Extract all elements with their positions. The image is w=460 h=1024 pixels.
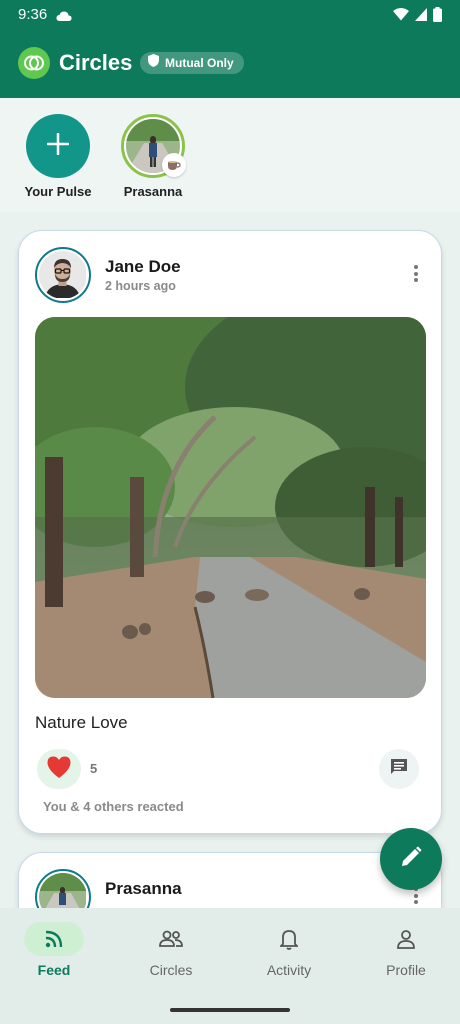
post-card[interactable]: Jane Doe 2 hours ago Nature Love 5 You &… bbox=[18, 230, 442, 834]
mutual-only-label: Mutual Only bbox=[165, 56, 234, 70]
reaction-count: 5 bbox=[90, 761, 98, 776]
story-prasanna[interactable]: Prasanna bbox=[113, 114, 193, 199]
comment-button[interactable] bbox=[379, 749, 419, 789]
more-options-icon[interactable] bbox=[413, 887, 419, 907]
nav-label: Profile bbox=[386, 962, 426, 978]
gesture-bar bbox=[170, 1008, 290, 1012]
author-avatar[interactable] bbox=[35, 247, 91, 303]
post-caption: Nature Love bbox=[35, 713, 128, 732]
battery-icon bbox=[433, 7, 442, 27]
post-author[interactable]: Jane Doe bbox=[105, 257, 181, 277]
nav-profile[interactable]: Profile bbox=[356, 922, 456, 978]
app-bar: Circles Mutual Only bbox=[0, 30, 460, 98]
post-photo[interactable] bbox=[35, 317, 426, 698]
wifi-icon bbox=[393, 8, 409, 26]
heart-icon bbox=[46, 755, 72, 784]
post-time: 2 hours ago bbox=[105, 279, 176, 293]
story-avatar[interactable] bbox=[121, 114, 186, 178]
author-avatar[interactable] bbox=[35, 869, 91, 908]
bell-icon bbox=[259, 922, 319, 956]
heart-reaction-button[interactable] bbox=[37, 749, 81, 789]
status-bar: 9:36 bbox=[0, 0, 460, 30]
pencil-icon bbox=[400, 846, 422, 873]
reacted-summary[interactable]: You & 4 others reacted bbox=[43, 799, 184, 814]
people-icon bbox=[141, 922, 201, 956]
status-time: 9:36 bbox=[18, 6, 48, 23]
comment-icon bbox=[390, 758, 408, 781]
nav-circles[interactable]: Circles bbox=[121, 922, 221, 978]
create-post-button[interactable] bbox=[380, 828, 442, 890]
add-story-button[interactable] bbox=[26, 114, 90, 178]
nav-label: Feed bbox=[37, 962, 71, 978]
nav-label: Activity bbox=[266, 962, 312, 978]
nav-activity[interactable]: Activity bbox=[239, 922, 339, 978]
app-title: Circles bbox=[59, 50, 133, 75]
shield-icon bbox=[148, 54, 159, 72]
feed-list[interactable]: Jane Doe 2 hours ago Nature Love 5 You &… bbox=[0, 212, 460, 908]
story-your-pulse[interactable]: Your Pulse bbox=[18, 114, 98, 199]
bottom-navigation: Feed Circles Activity Profile bbox=[0, 908, 460, 1024]
avatar-photo bbox=[39, 873, 87, 908]
app-logo-icon bbox=[18, 47, 50, 79]
nav-feed[interactable]: Feed bbox=[4, 922, 104, 978]
stories-row: Your Pulse Prasanna bbox=[0, 98, 460, 212]
avatar-photo bbox=[39, 251, 87, 299]
feed-icon bbox=[24, 922, 84, 956]
story-label: Your Pulse bbox=[24, 184, 92, 199]
coffee-icon bbox=[162, 153, 186, 177]
story-label: Prasanna bbox=[123, 184, 183, 199]
person-icon bbox=[376, 922, 436, 956]
signal-icon bbox=[415, 8, 427, 26]
nav-label: Circles bbox=[149, 962, 193, 978]
post-author[interactable]: Prasanna bbox=[105, 879, 182, 899]
cloud-icon bbox=[56, 9, 72, 27]
more-options-icon[interactable] bbox=[413, 265, 419, 285]
post-card[interactable]: Prasanna bbox=[18, 852, 442, 908]
plus-icon bbox=[46, 132, 70, 160]
mutual-only-chip[interactable]: Mutual Only bbox=[140, 52, 244, 74]
